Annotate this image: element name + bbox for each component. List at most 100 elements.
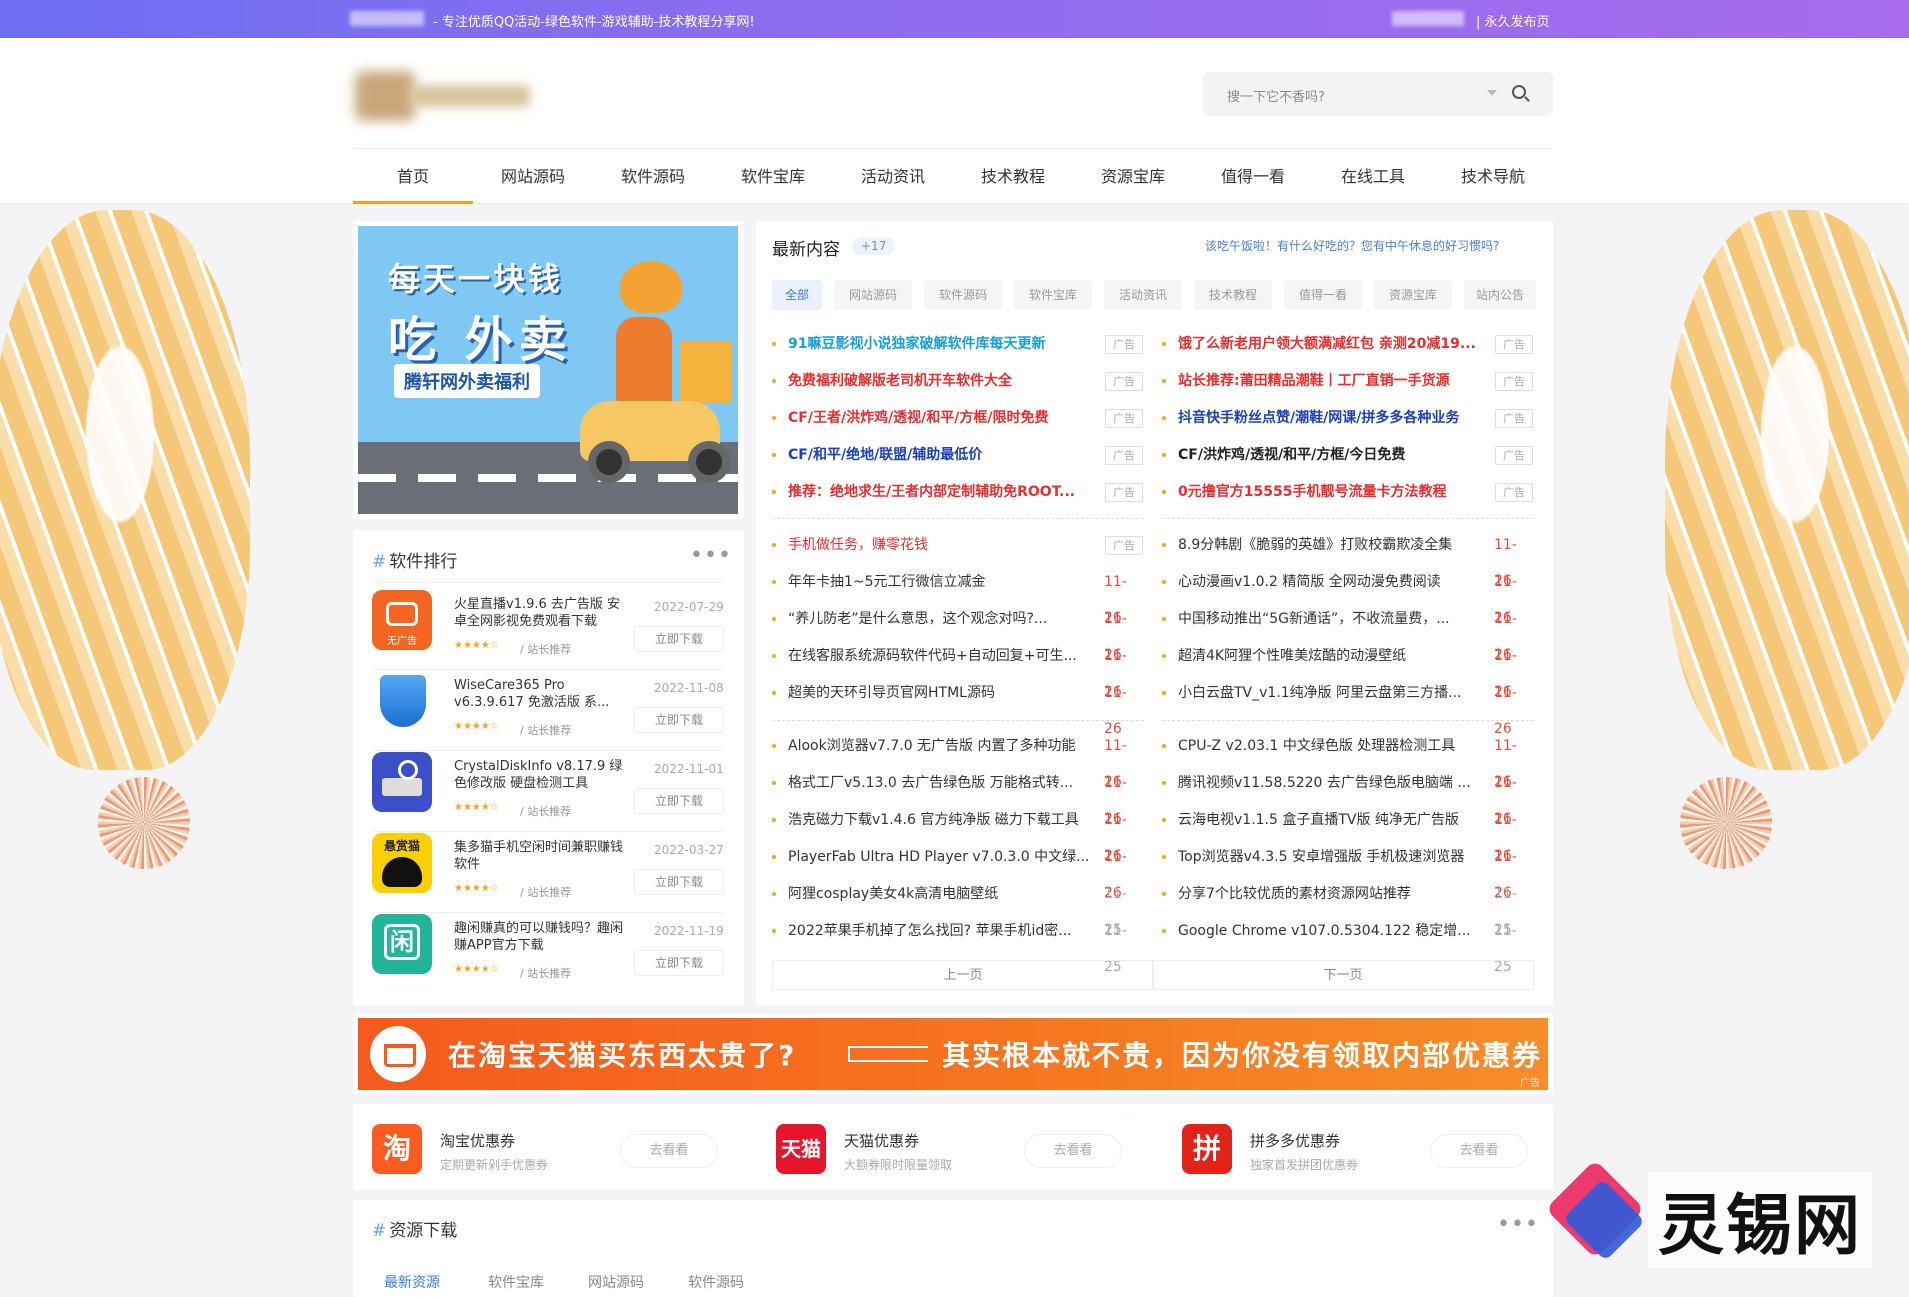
tab-tech-tutorials[interactable]: 技术教程: [1194, 280, 1272, 310]
prev-page-button[interactable]: 上一页: [772, 960, 1154, 990]
tab-worth-seeing[interactable]: 值得一看: [1284, 280, 1362, 310]
list-item[interactable]: 阿狸cosplay美女4k高清电脑壁纸 11-25: [772, 876, 1144, 938]
go-see-button[interactable]: 去看看: [1024, 1134, 1122, 1168]
item-name[interactable]: 趣闲赚真的可以赚钱吗？趣闲赚APP官方下载: [454, 920, 624, 954]
coupon-name[interactable]: 淘宝优惠券: [440, 1130, 515, 1151]
ad-row[interactable]: 推荐：绝地求生/王者内部定制辅助免ROOT... 广告: [772, 474, 1144, 510]
list-item[interactable]: Google Chrome v107.0.5304.122 稳定增... 11-2…: [1162, 913, 1534, 975]
list-item[interactable]: 小白云盘TV_v1.1纯净版 阿里云盘第三方播... 11-26: [1162, 675, 1534, 737]
nav-item-home[interactable]: 首页: [353, 149, 473, 204]
ad-row[interactable]: 91嘛豆影视小说独家破解软件库每天更新 广告: [772, 326, 1144, 362]
item-name[interactable]: 火星直播v1.9.6 去广告版 安卓全网影视免费观看下载: [454, 596, 624, 630]
site-slogan: - 专注优质QQ活动-绿色软件-游戏辅助-技术教程分享网!: [433, 15, 755, 30]
header-notice-link[interactable]: 该吃午饭啦！有什么好吃的？您有中午休息的好习惯吗?: [1205, 237, 1499, 254]
nav-item-software-library[interactable]: 软件宝库: [713, 149, 833, 204]
item-name[interactable]: CrystalDiskInfo v8.17.9 绿色修改版 硬盘检测工具: [454, 758, 624, 792]
list-item[interactable]: 在线客服系统源码软件代码+自动回复+可生... 11-26: [772, 638, 1144, 700]
list-item[interactable]: 手机做任务，赚零花钱 广告: [772, 527, 1144, 563]
search-icon[interactable]: [1512, 85, 1526, 99]
ad-row[interactable]: 免费福利破解版老司机开车软件大全 广告: [772, 363, 1144, 399]
more-icon[interactable]: •••: [690, 545, 732, 567]
tab-website-source[interactable]: 网站源码: [588, 1272, 644, 1292]
coupon-name[interactable]: 天猫优惠券: [844, 1130, 919, 1151]
ad-row[interactable]: CF/洪炸鸡/透视/和平/方框/今日免费 广告: [1162, 437, 1534, 473]
ad-row[interactable]: 站长推荐:莆田精品潮鞋丨工厂直销一手货源 广告: [1162, 363, 1534, 399]
publish-page-link[interactable]: | 永久发布页: [1476, 11, 1550, 30]
tab-software-library[interactable]: 软件宝库: [488, 1272, 544, 1292]
coupon-tmall[interactable]: 天猫 天猫优惠券 大额券限时限量领取 去看看: [762, 1106, 1142, 1186]
go-see-button[interactable]: 去看看: [1430, 1134, 1528, 1168]
list-item[interactable]: 8.9分韩剧《脆弱的英雄》打败校霸欺凌全集 11-26: [1162, 527, 1534, 589]
nav-item-tech-tutorials[interactable]: 技术教程: [953, 149, 1073, 204]
tab-software-library[interactable]: 软件宝库: [1014, 280, 1092, 310]
tab-resource-library[interactable]: 资源宝库: [1374, 280, 1452, 310]
download-button[interactable]: 立即下载: [634, 788, 724, 814]
tab-all[interactable]: 全部: [772, 280, 822, 310]
nav-item-software-source[interactable]: 软件源码: [593, 149, 713, 204]
shield-icon: [372, 671, 432, 731]
list-item[interactable]: CrystalDiskInfo v8.17.9 绿色修改版 硬盘检测工具 202…: [372, 752, 724, 832]
ad-row[interactable]: 饿了么新老用户领大额满减红包 亲测20减19... 广告: [1162, 326, 1534, 362]
list-item[interactable]: WiseCare365 Pro v6.3.9.617 免激活版 系... 202…: [372, 671, 724, 751]
ad-row[interactable]: CF/和平/绝地/联盟/辅助最低价 广告: [772, 437, 1144, 473]
search-input[interactable]: 搜一下它不香吗?: [1227, 86, 1325, 105]
list-item[interactable]: 超清4K阿狸个性唯美炫酷的动漫壁纸 11-26: [1162, 638, 1534, 700]
list-item[interactable]: PlayerFab Ultra HD Player v7.0.3.0 中文绿..…: [772, 839, 1144, 901]
nav-item-website-source[interactable]: 网站源码: [473, 149, 593, 204]
list-item[interactable]: 云海电视v1.1.5 盒子直播TV版 纯净无广告版 11-26: [1162, 802, 1534, 864]
list-item[interactable]: 闲 趣闲赚真的可以赚钱吗？趣闲赚APP官方下载 2022-11-19 ★★★★☆…: [372, 914, 724, 994]
nav-item-worth-seeing[interactable]: 值得一看: [1193, 149, 1313, 204]
recommend-label: / 站长推荐: [520, 886, 572, 899]
list-item[interactable]: 腾讯视频v11.58.5220 去广告绿色版电脑端 ... 11-26: [1162, 765, 1534, 827]
list-item[interactable]: 格式工厂v5.13.0 去广告绿色版 万能格式转... 11-26: [772, 765, 1144, 827]
blurred-site-name: [350, 11, 424, 26]
download-button[interactable]: 立即下载: [634, 869, 724, 895]
food-delivery-banner[interactable]: 每天一块钱 吃 外卖 腾轩网外卖福利: [358, 226, 738, 514]
list-item[interactable]: 2022苹果手机掉了怎么找回? 苹果手机id密... 11-25: [772, 913, 1144, 975]
download-button[interactable]: 立即下载: [634, 707, 724, 733]
list-item[interactable]: 中国移动推出“5G新通话”，不收流量费，... 11-26: [1162, 601, 1534, 663]
list-item[interactable]: “养儿防老”是什么意思，这个观念对吗?... 11-26: [772, 601, 1144, 663]
list-item[interactable]: 无广告 火星直播v1.9.6 去广告版 安卓全网影视免费观看下载 2022-07…: [372, 590, 724, 670]
chevron-down-icon[interactable]: [1487, 90, 1497, 96]
tab-software-source[interactable]: 软件源码: [688, 1272, 744, 1292]
list-item[interactable]: 心动漫画v1.0.2 精简版 全网动漫免费阅读 11-26: [1162, 564, 1534, 626]
download-button[interactable]: 立即下载: [634, 626, 724, 652]
tab-latest-resources[interactable]: 最新资源: [384, 1272, 440, 1292]
nav-item-tech-navigation[interactable]: 技术导航: [1433, 149, 1553, 204]
coupon-taobao[interactable]: 淘 淘宝优惠券 定期更新剁手优惠券 去看看: [358, 1106, 738, 1186]
rating-stars: ★★★★☆: [454, 964, 499, 975]
coupon-pinduoduo[interactable]: 拼 拼多多优惠券 独家首发拼团优惠券 去看看: [1168, 1106, 1548, 1186]
nav-item-resource-library[interactable]: 资源宝库: [1073, 149, 1193, 204]
list-item[interactable]: 年年卡抽1~5元工行微信立减金 11-26: [772, 564, 1144, 626]
list-item[interactable]: CPU-Z v2.03.1 中文绿色版 处理器检测工具 11-26: [1162, 728, 1534, 790]
list-item[interactable]: 超美的天环引导页官网HTML源码 11-26: [772, 675, 1144, 737]
disk-icon: [372, 752, 432, 812]
download-button[interactable]: 立即下载: [634, 950, 724, 976]
search-box[interactable]: 搜一下它不香吗?: [1203, 72, 1553, 116]
nav-item-online-tools[interactable]: 在线工具: [1313, 149, 1433, 204]
taobao-coupon-banner[interactable]: 在淘宝天猫买东西太贵了? 其实根本就不贵，因为你没有领取内部优惠券 广告: [358, 1018, 1548, 1090]
list-item[interactable]: 分享7个比较优质的素材资源网站推荐 11-25: [1162, 876, 1534, 938]
ad-row[interactable]: 抖音快手粉丝点赞/潮鞋/网课/拼多多各种业务 广告: [1162, 400, 1534, 436]
item-name[interactable]: 集多猫手机空闲时间兼职赚钱软件: [454, 839, 624, 873]
list-item[interactable]: 悬赏猫 集多猫手机空闲时间兼职赚钱软件 2022-03-27 ★★★★☆ / 站…: [372, 833, 724, 913]
tab-software-source[interactable]: 软件源码: [924, 280, 1002, 310]
recommend-label: / 站长推荐: [520, 643, 572, 656]
site-logo[interactable]: [355, 63, 545, 123]
list-item[interactable]: Top浏览器v4.3.5 安卓增强版 手机极速浏览器 11-26: [1162, 839, 1534, 901]
tab-activity-news[interactable]: 活动资讯: [1104, 280, 1182, 310]
item-name[interactable]: WiseCare365 Pro v6.3.9.617 免激活版 系...: [454, 677, 624, 711]
tab-site-announcements[interactable]: 站内公告: [1464, 280, 1536, 310]
tab-website-source[interactable]: 网站源码: [834, 280, 912, 310]
more-icon[interactable]: •••: [1497, 1214, 1539, 1236]
go-see-button[interactable]: 去看看: [620, 1134, 718, 1168]
coupon-name[interactable]: 拼多多优惠券: [1250, 1130, 1340, 1151]
list-item[interactable]: Alook浏览器v7.7.0 无广告版 内置了多种功能 11-26: [772, 728, 1144, 790]
ad-row[interactable]: 0元撸官方15555手机靓号流量卡方法教程 广告: [1162, 474, 1534, 510]
list-item[interactable]: 浩克磁力下载v1.4.6 官方纯净版 磁力下载工具 11-26: [772, 802, 1144, 864]
ad-row[interactable]: CF/王者/洪炸鸡/透视/和平/方框/限时免费 广告: [772, 400, 1144, 436]
nav-item-activity-news[interactable]: 活动资讯: [833, 149, 953, 204]
firework-decoration-right: [1680, 777, 1772, 869]
next-page-button[interactable]: 下一页: [1152, 960, 1534, 990]
